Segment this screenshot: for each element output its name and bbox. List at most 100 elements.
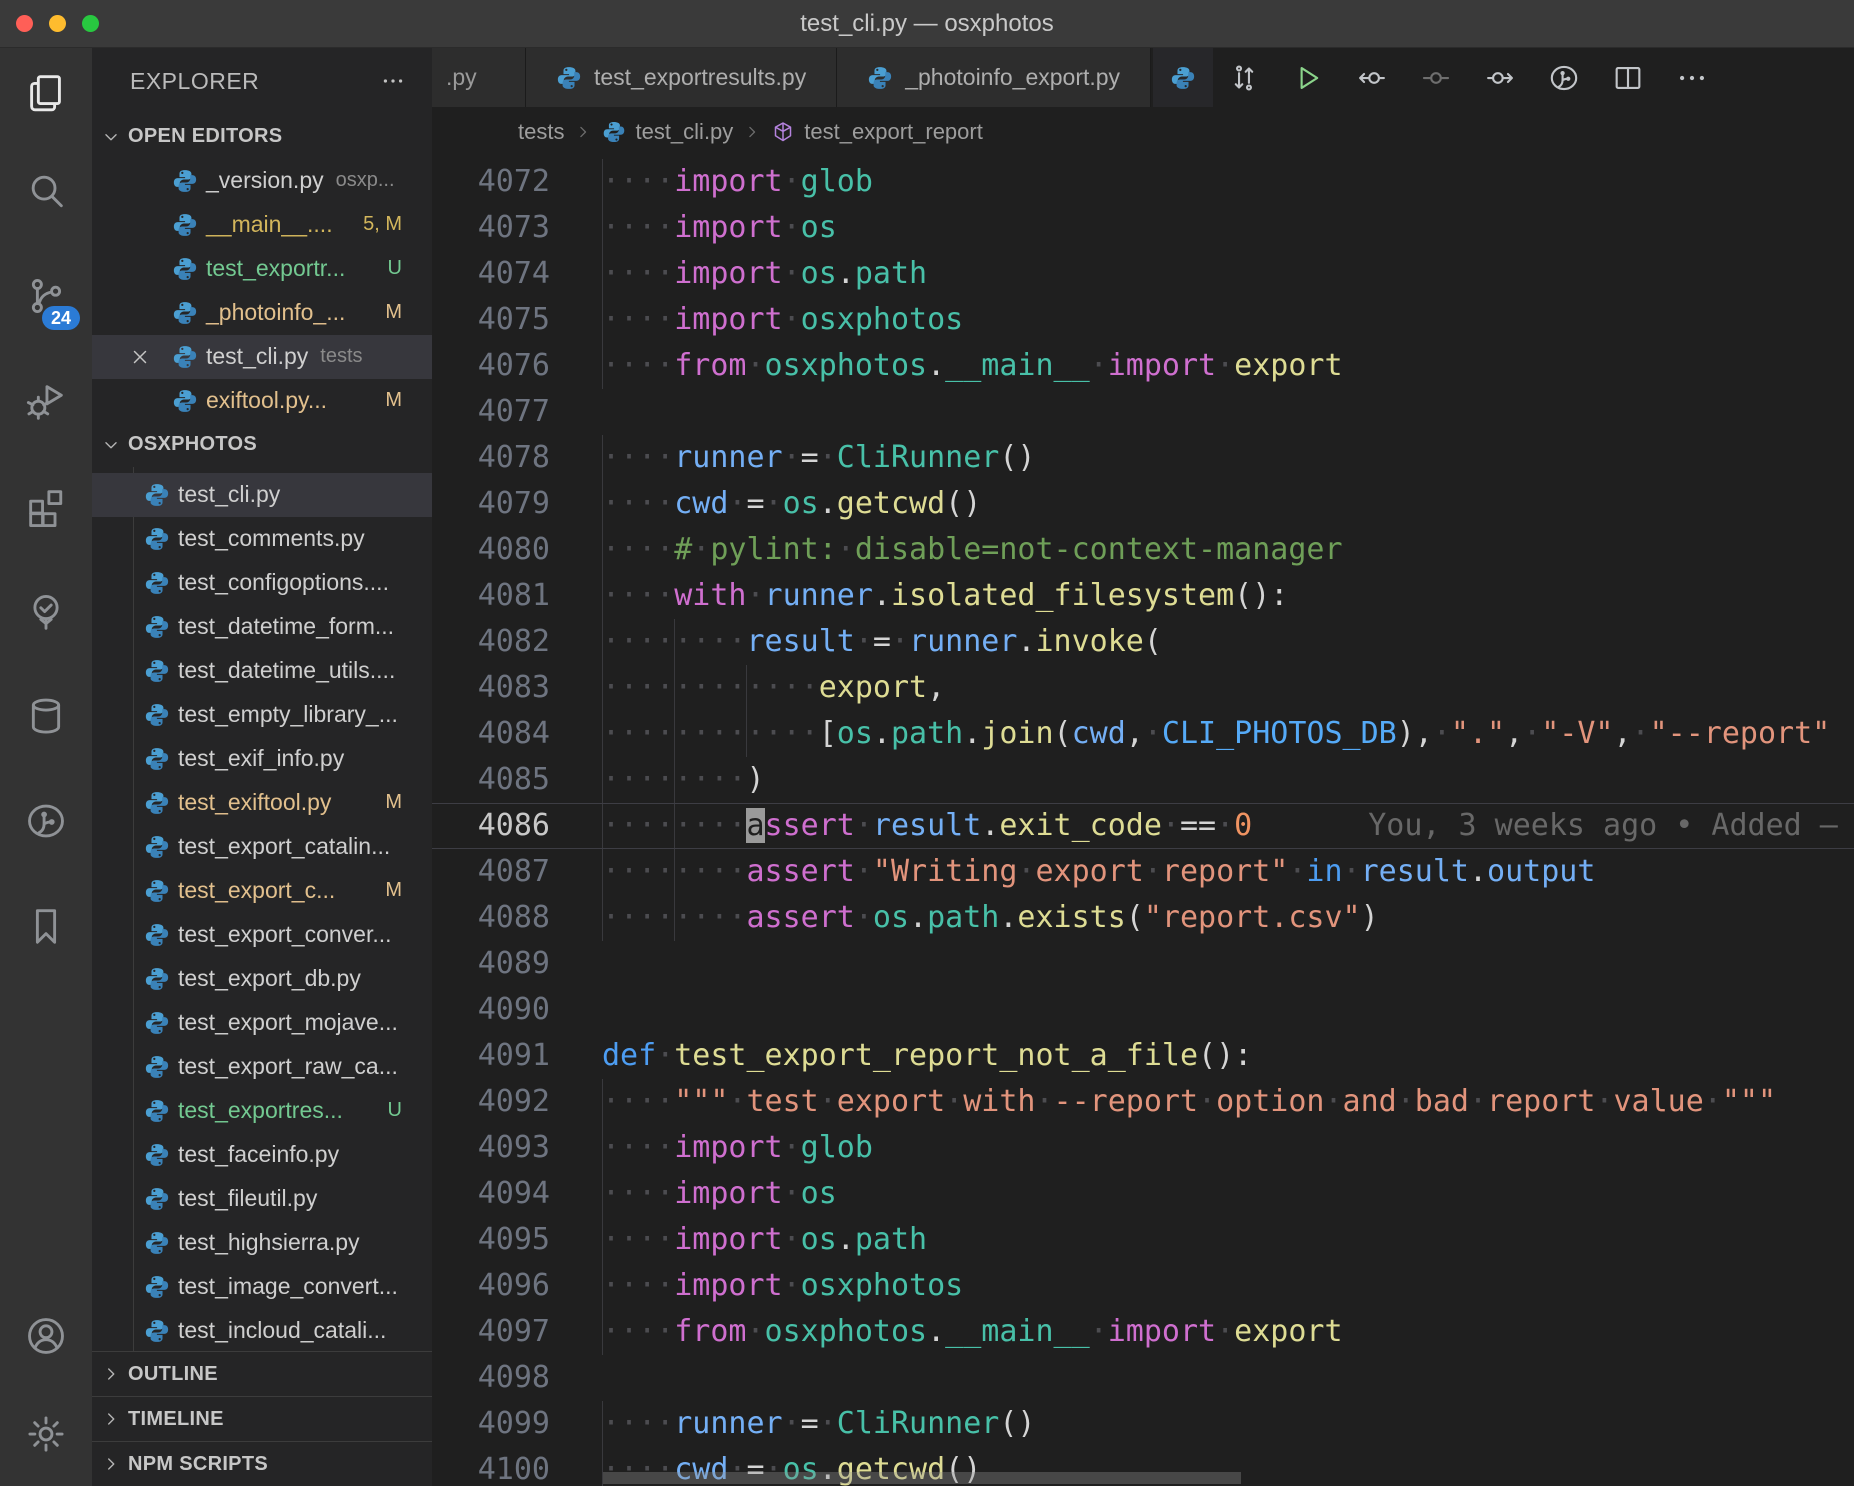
activity-explorer-button[interactable]: [0, 48, 92, 138]
code-line[interactable]: 4088········assert·os.path.exists("repor…: [432, 895, 1854, 941]
code-line[interactable]: 4086········assert·result.exit_code·==·0…: [432, 803, 1854, 849]
tab-test_cli.py-partial[interactable]: [1153, 48, 1213, 107]
code-line[interactable]: 4072····import·glob: [432, 159, 1854, 205]
open-changes-icon[interactable]: [1227, 61, 1261, 95]
horizontal-scrollbar-thumb[interactable]: [603, 1472, 1241, 1484]
breadcrumb-item[interactable]: test_cli.py: [635, 119, 733, 145]
line-number[interactable]: 4093: [432, 1125, 550, 1171]
code-line[interactable]: 4094····import·os: [432, 1171, 1854, 1217]
tree-item[interactable]: test_incloud_catali...: [92, 1309, 432, 1351]
line-number[interactable]: 4083: [432, 665, 550, 711]
activity-testing-button[interactable]: [0, 558, 92, 663]
activity-extensions-button[interactable]: [0, 453, 92, 558]
tree-item[interactable]: test_image_convert...: [92, 1265, 432, 1309]
code-line[interactable]: 4090: [432, 987, 1854, 1033]
open-editor-item[interactable]: __main__....5, M: [92, 203, 432, 247]
code-line[interactable]: 4077: [432, 389, 1854, 435]
line-number[interactable]: 4079: [432, 481, 550, 527]
code-line[interactable]: 4080····#·pylint:·disable=not-context-ma…: [432, 527, 1854, 573]
line-number[interactable]: 4096: [432, 1263, 550, 1309]
tree-item[interactable]: test_exif_info.py: [92, 737, 432, 781]
tree-item[interactable]: test_highsierra.py: [92, 1221, 432, 1265]
minimize-window-button[interactable]: [49, 15, 66, 32]
breadcrumb-item[interactable]: tests: [518, 119, 564, 145]
section-outline[interactable]: OUTLINE: [92, 1351, 432, 1396]
section-project-osxphotos[interactable]: OSXPHOTOS: [92, 423, 432, 467]
open-editor-item[interactable]: _photoinfo_...M: [92, 291, 432, 335]
open-editor-item[interactable]: test_cli.pytests: [92, 335, 432, 379]
tree-item[interactable]: test_export_c...M: [92, 869, 432, 913]
activity-run-and-debug-button[interactable]: [0, 348, 92, 453]
close-icon[interactable]: [128, 345, 152, 369]
close-window-button[interactable]: [16, 15, 33, 32]
open-editor-item[interactable]: test_exportr...U: [92, 247, 432, 291]
line-number[interactable]: 4099: [432, 1401, 550, 1447]
line-number[interactable]: 4080: [432, 527, 550, 573]
tree-item[interactable]: test_cli.py: [92, 473, 432, 517]
run-python-file-icon[interactable]: [1291, 61, 1325, 95]
tree-item[interactable]: test_datetime_utils....: [92, 649, 432, 693]
tree-item[interactable]: test_configoptions....: [92, 561, 432, 605]
code-line[interactable]: 4089: [432, 941, 1854, 987]
tree-item[interactable]: test_export_mojave...: [92, 1001, 432, 1045]
tree-item[interactable]: test_datetime_form...: [92, 605, 432, 649]
activity-account-button[interactable]: [0, 1291, 92, 1381]
line-number[interactable]: 4087: [432, 849, 550, 895]
activity-bookmarks-button[interactable]: [0, 873, 92, 978]
code-line[interactable]: 4097····from·osxphotos.__main__·import·e…: [432, 1309, 1854, 1355]
line-number[interactable]: 4081: [432, 573, 550, 619]
code-line[interactable]: 4073····import·os: [432, 205, 1854, 251]
tree-item[interactable]: test_export_raw_ca...: [92, 1045, 432, 1089]
code-line[interactable]: 4085········): [432, 757, 1854, 803]
line-number[interactable]: 4091: [432, 1033, 550, 1079]
section-timeline[interactable]: TIMELINE: [92, 1396, 432, 1441]
activity-gitlens-button[interactable]: [0, 768, 92, 873]
line-number[interactable]: 4086: [432, 804, 550, 848]
code-line[interactable]: 4074····import·os.path: [432, 251, 1854, 297]
code-line[interactable]: 4082········result·=·runner.invoke(: [432, 619, 1854, 665]
line-number[interactable]: 4095: [432, 1217, 550, 1263]
activity-source-control-button[interactable]: 24: [0, 243, 92, 348]
line-number[interactable]: 4097: [432, 1309, 550, 1355]
zoom-window-button[interactable]: [82, 15, 99, 32]
code-line[interactable]: 4091def·test_export_report_not_a_file():: [432, 1033, 1854, 1079]
section-npm-scripts[interactable]: NPM SCRIPTS: [92, 1441, 432, 1486]
code-line[interactable]: 4076····from·osxphotos.__main__·import·e…: [432, 343, 1854, 389]
code-line[interactable]: 4078····runner·=·CliRunner(): [432, 435, 1854, 481]
code-line[interactable]: 4079····cwd·=·os.getcwd(): [432, 481, 1854, 527]
line-number[interactable]: 4090: [432, 987, 550, 1033]
activity-database-button[interactable]: [0, 663, 92, 768]
line-number[interactable]: 4085: [432, 757, 550, 803]
line-number[interactable]: 4089: [432, 941, 550, 987]
open-editor-item[interactable]: exiftool.py...M: [92, 379, 432, 423]
tree-item[interactable]: test_exiftool.pyM: [92, 781, 432, 825]
tab-test_exportresults.py[interactable]: test_exportresults.py: [526, 48, 837, 107]
tree-item[interactable]: test_export_catalin...: [92, 825, 432, 869]
open-editor-item[interactable]: _version.pyosxp...: [92, 159, 432, 203]
code-line[interactable]: 4092····"""·test·export·with·--report·op…: [432, 1079, 1854, 1125]
line-number[interactable]: 4073: [432, 205, 550, 251]
line-number[interactable]: 4082: [432, 619, 550, 665]
line-number[interactable]: 4075: [432, 297, 550, 343]
line-number[interactable]: 4072: [432, 159, 550, 205]
line-number[interactable]: 4092: [432, 1079, 550, 1125]
line-number[interactable]: 4078: [432, 435, 550, 481]
tab-_photoinfo_export.py[interactable]: _photoinfo_export.py: [837, 48, 1151, 107]
more-actions-icon[interactable]: [1675, 61, 1709, 95]
tree-item[interactable]: test_export_conver...: [92, 913, 432, 957]
line-number[interactable]: 4084: [432, 711, 550, 757]
tree-item[interactable]: test_comments.py: [92, 517, 432, 561]
next-change-icon[interactable]: [1483, 61, 1517, 95]
section-open-editors[interactable]: OPEN EDITORS: [92, 115, 432, 159]
tree-item[interactable]: test_empty_library_...: [92, 693, 432, 737]
change-icon[interactable]: [1419, 61, 1453, 95]
code-line[interactable]: 4084············[os.path.join(cwd,·CLI_P…: [432, 711, 1854, 757]
breadcrumb-item[interactable]: test_export_report: [804, 119, 983, 145]
code-line[interactable]: 4081····with·runner.isolated_filesystem(…: [432, 573, 1854, 619]
line-number[interactable]: 4076: [432, 343, 550, 389]
code-line[interactable]: 4075····import·osxphotos: [432, 297, 1854, 343]
line-number[interactable]: 4074: [432, 251, 550, 297]
tab-.py[interactable]: .py: [432, 48, 526, 107]
code-editor[interactable]: 4072····import·glob4073····import·os4074…: [432, 157, 1854, 1486]
tree-item[interactable]: test_faceinfo.py: [92, 1133, 432, 1177]
